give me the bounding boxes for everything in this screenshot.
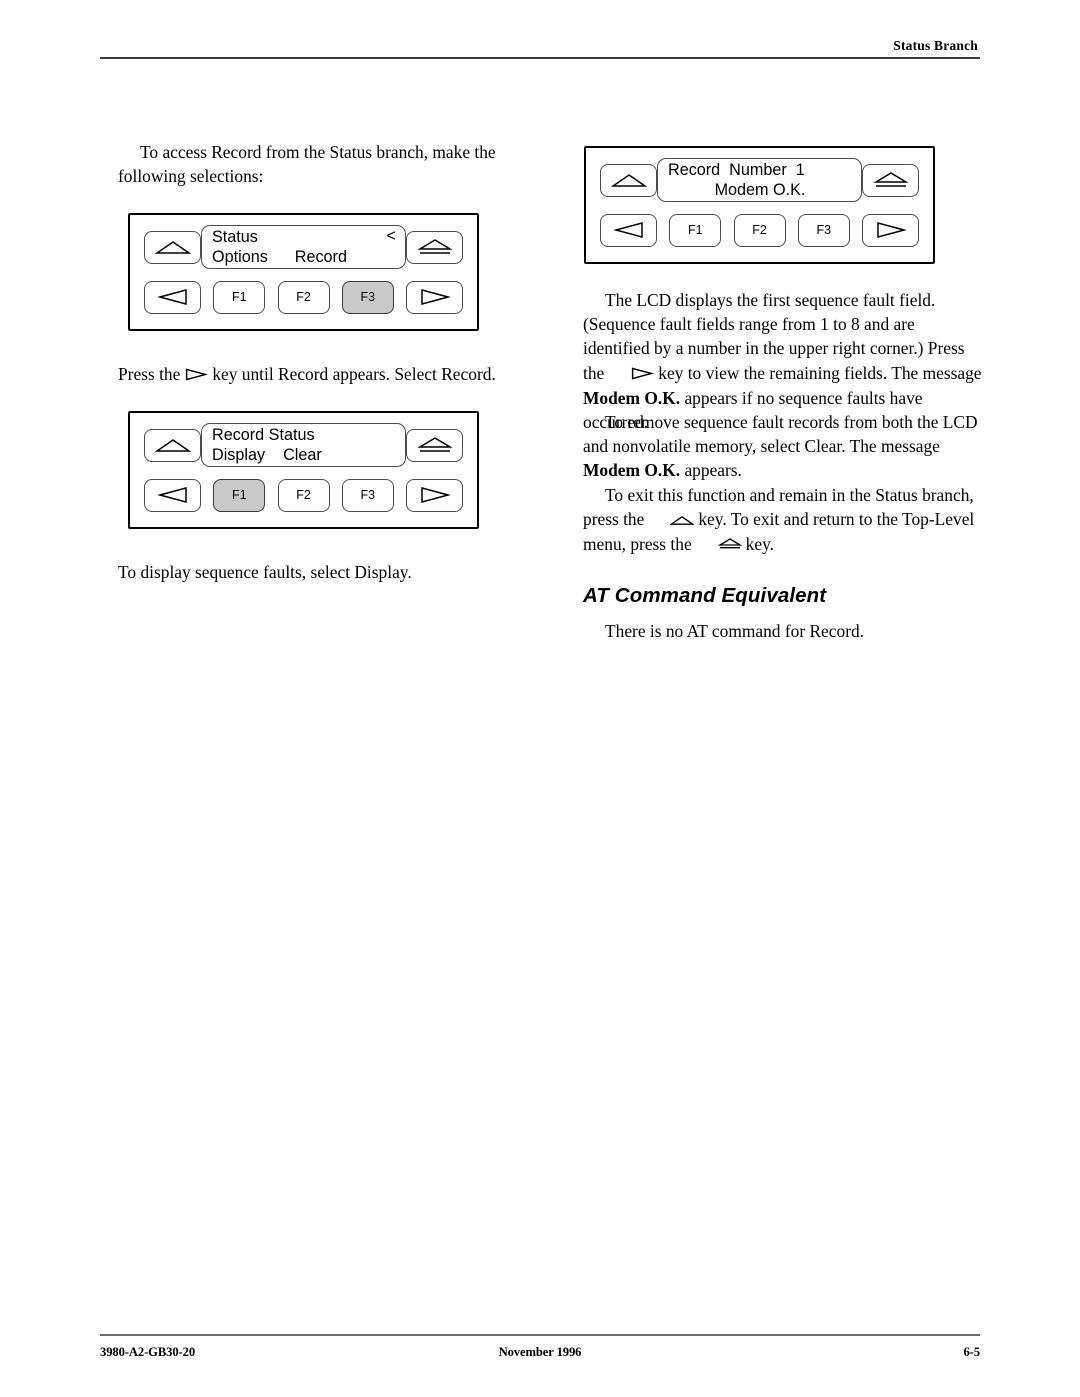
left-arrow-key[interactable] — [144, 478, 201, 512]
lcd-line-1: Record Number 1 — [668, 161, 805, 179]
lcd-line-1-right-indicator: < — [386, 227, 396, 245]
keypad-bottom-row: F1 F2 F3 — [130, 277, 477, 317]
left-paragraph-2-after: key until Record appears. Select Record. — [212, 364, 496, 384]
top-level-arrow-icon — [696, 533, 743, 557]
lcd-display: Record Number 1 Modem O.K. — [657, 158, 862, 202]
footer-page-number: 6-5 — [963, 1345, 980, 1359]
left-paragraph-1: To access Record from the Status branch,… — [118, 142, 496, 187]
up-arrow-key[interactable] — [144, 230, 201, 264]
right-paragraph-3: To exit this function and remain in the … — [583, 483, 983, 558]
up-arrow-icon — [648, 508, 696, 532]
footer-date: November 1996 — [498, 1345, 582, 1359]
top-level-arrow-icon — [416, 238, 453, 254]
left-arrow-icon — [156, 487, 187, 503]
left-arrow-key[interactable] — [144, 280, 201, 314]
top-level-arrow-icon — [872, 171, 909, 187]
keypad-top-row: Record Status Display Clear — [130, 423, 477, 467]
lcd-line-1: Status — [212, 228, 258, 246]
keypad-diagram-record-number: Record Number 1 Modem O.K. F1 F2 F3 — [584, 146, 935, 264]
footer-document-number: 3980-A2-GB30-20 — [100, 1345, 196, 1359]
f3-key[interactable]: F3 — [341, 280, 394, 314]
left-paragraph-3: To display sequence faults, select Displ… — [118, 562, 412, 582]
right-paragraph-3-part-c: key. — [745, 534, 774, 555]
right-arrow-icon — [420, 487, 451, 503]
right-arrow-key[interactable] — [862, 213, 919, 247]
modem-ok-bold: Modem O.K. — [583, 460, 681, 481]
up-arrow-key[interactable] — [600, 163, 657, 197]
right-arrow-icon — [420, 289, 451, 305]
right-arrow-icon — [876, 222, 907, 238]
top-level-key[interactable] — [406, 428, 463, 462]
up-arrow-icon — [610, 173, 647, 187]
up-arrow-icon — [154, 438, 191, 452]
keypad-top-row: Status < Options Record — [130, 225, 477, 269]
modem-ok-bold: Modem O.K. — [583, 387, 681, 408]
lcd-line-2: Options Record — [212, 248, 347, 266]
left-arrow-key[interactable] — [600, 213, 657, 247]
left-paragraph-2: Press the key until Record appears. Selec… — [118, 362, 518, 387]
keypad-body: Record Number 1 Modem O.K. F1 F2 F3 — [584, 146, 935, 264]
keypad-diagram-status-options-record: Status < Options Record F1 F2 F3 — [128, 213, 479, 331]
lcd-display: Record Status Display Clear — [201, 423, 406, 467]
f1-key[interactable]: F1 — [213, 478, 266, 512]
right-paragraph-2: To remove sequence fault records from bo… — [583, 410, 983, 483]
top-level-key[interactable] — [862, 163, 919, 197]
lcd-display: Status < Options Record — [201, 225, 406, 269]
right-arrow-icon — [184, 363, 209, 387]
running-header-title: Status Branch — [893, 38, 978, 53]
header-divider — [100, 57, 980, 59]
keypad-diagram-record-status: Record Status Display Clear F1 F2 F3 — [128, 411, 479, 529]
f2-key[interactable]: F2 — [277, 280, 330, 314]
top-level-arrow-icon — [416, 436, 453, 452]
right-arrow-key[interactable] — [406, 280, 463, 314]
keypad-body: Record Status Display Clear F1 F2 F3 — [128, 411, 479, 529]
keypad-bottom-row: F1 F2 F3 — [586, 210, 933, 250]
f2-key[interactable]: F2 — [277, 478, 330, 512]
right-paragraph-4: There is no AT command for Record. — [605, 621, 865, 641]
right-arrow-icon — [608, 362, 655, 386]
f3-key[interactable]: F3 — [341, 478, 394, 512]
left-arrow-icon — [612, 222, 643, 238]
page-header: Status Branch — [100, 38, 980, 59]
section-heading-at-command-equivalent: AT Command Equivalent — [583, 584, 827, 607]
lcd-line-1: Record Status — [212, 426, 315, 444]
f1-key[interactable]: F1 — [669, 213, 722, 247]
right-paragraph-1-part-b: key to view the remaining fields. The me… — [658, 362, 982, 383]
f1-key[interactable]: F1 — [213, 280, 266, 314]
right-paragraph-2-part-a: To remove sequence fault records from bo… — [583, 412, 978, 457]
top-level-key[interactable] — [406, 230, 463, 264]
lcd-line-2: Modem O.K. — [714, 181, 806, 199]
lcd-line-2: Display Clear — [212, 446, 322, 464]
page-footer: 3980-A2-GB30-20 November 1996 6-5 — [100, 1334, 980, 1360]
left-paragraph-2-before: Press the — [118, 364, 181, 384]
f2-key[interactable]: F2 — [733, 213, 786, 247]
right-paragraph-2-part-b: appears. — [684, 460, 742, 481]
right-arrow-key[interactable] — [406, 478, 463, 512]
keypad-top-row: Record Number 1 Modem O.K. — [586, 158, 933, 202]
left-column: To access Record from the Status branch,… — [118, 140, 518, 582]
f3-key[interactable]: F3 — [797, 213, 850, 247]
up-arrow-key[interactable] — [144, 428, 201, 462]
keypad-body: Status < Options Record F1 F2 F3 — [128, 213, 479, 331]
keypad-bottom-row: F1 F2 F3 — [130, 475, 477, 515]
up-arrow-icon — [154, 240, 191, 254]
left-arrow-icon — [156, 289, 187, 305]
